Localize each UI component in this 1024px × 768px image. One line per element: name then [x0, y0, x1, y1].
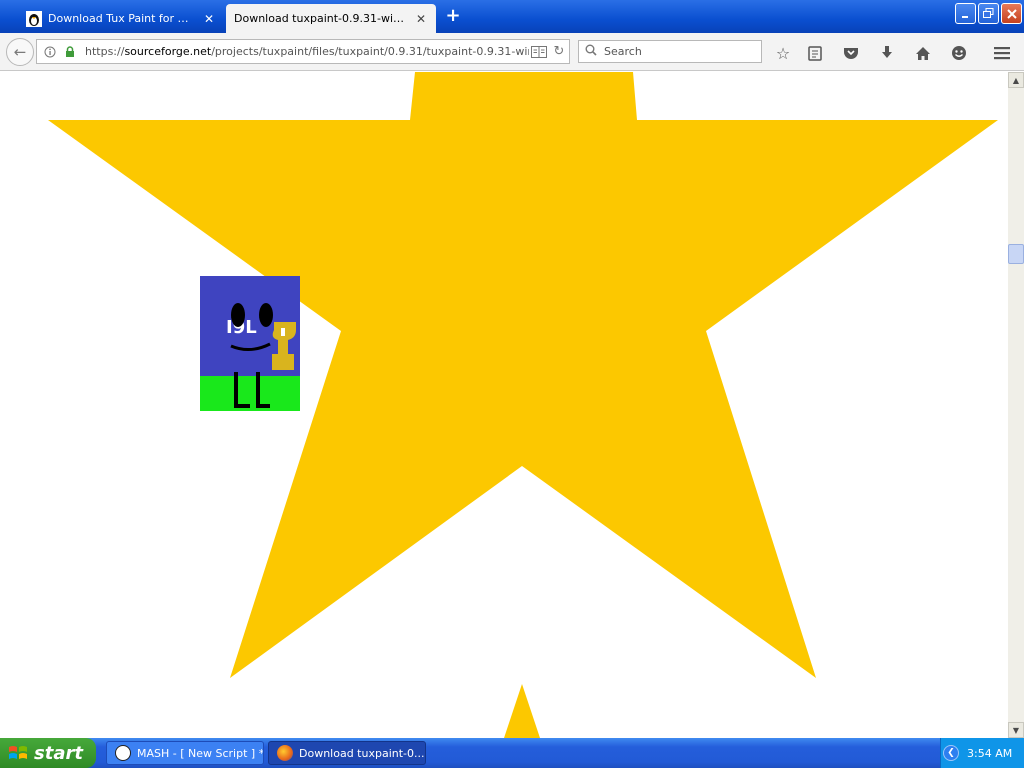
home-icon[interactable]: [912, 42, 934, 64]
scroll-thumb[interactable]: [1008, 244, 1024, 264]
bookmark-star-icon[interactable]: ☆: [772, 42, 794, 64]
lock-icon: [63, 45, 77, 59]
vertical-scrollbar[interactable]: ▲ ▼: [1008, 72, 1024, 738]
tab-title: Download Tux Paint for Wind...: [48, 12, 196, 25]
reader-view-icon[interactable]: [529, 42, 549, 62]
clock: 3:54 AM: [967, 746, 1013, 760]
close-tab-icon[interactable]: ✕: [414, 12, 428, 26]
taskbar-item-mash[interactable]: MASH - [ New Script ] *: [106, 741, 264, 765]
minimize-button[interactable]: [955, 3, 976, 24]
search-input[interactable]: [602, 44, 746, 59]
pocket-icon[interactable]: [840, 42, 862, 64]
back-button[interactable]: ←: [6, 38, 34, 66]
mash-icon: [115, 745, 131, 761]
tab-tuxpaint-download[interactable]: Download tuxpaint-0.9.31-windo... ✕: [226, 4, 436, 33]
windows-flag-icon: [8, 743, 28, 763]
tux-paint-drawing: I9L: [48, 72, 998, 738]
new-tab-button[interactable]: +: [444, 7, 462, 25]
download-icon[interactable]: [876, 42, 898, 64]
taskbar-item-label: MASH - [ New Script ] *: [137, 746, 264, 760]
left-eye: [231, 303, 245, 327]
right-eye: [259, 303, 273, 327]
system-tray: ❮ 3:54 AM: [940, 738, 1024, 768]
reading-list-icon[interactable]: [804, 42, 826, 64]
scroll-up-icon[interactable]: ▲: [1008, 72, 1024, 88]
taskbar: start MASH - [ New Script ] * Download t…: [0, 738, 1024, 768]
start-button[interactable]: start: [0, 738, 96, 768]
reload-icon[interactable]: ↻: [549, 42, 569, 62]
arrow-left-icon: ←: [13, 43, 27, 61]
taskbar-item-firefox[interactable]: Download tuxpaint-0....: [268, 741, 426, 765]
restore-button[interactable]: [978, 3, 999, 24]
firefox-icon: [277, 745, 293, 761]
title-bar: Download Tux Paint for Wind... ✕ Downloa…: [0, 0, 1024, 33]
url-bar[interactable]: https://sourceforge.net/projects/tuxpain…: [36, 39, 570, 64]
tab-title: Download tuxpaint-0.9.31-windo...: [234, 12, 408, 25]
close-tab-icon[interactable]: ✕: [202, 12, 216, 26]
search-icon: [585, 44, 597, 59]
tux-penguin-icon: [26, 10, 42, 27]
start-label: start: [34, 742, 83, 764]
navigation-toolbar: ← https://sourceforge.net/projects/tuxpa…: [0, 33, 1024, 71]
info-icon[interactable]: [43, 45, 57, 59]
close-window-button[interactable]: [1001, 3, 1022, 24]
smiley-icon[interactable]: [948, 42, 970, 64]
menu-icon[interactable]: [991, 42, 1013, 64]
star-shape: [48, 72, 998, 678]
tab-tux-paint[interactable]: Download Tux Paint for Wind... ✕: [18, 4, 224, 33]
tray-expand-icon[interactable]: ❮: [943, 745, 959, 761]
second-star-tip: [504, 684, 540, 738]
trophy-character: I9L: [200, 276, 300, 411]
scroll-down-icon[interactable]: ▼: [1008, 722, 1024, 738]
page-content: I9L: [0, 72, 1008, 738]
taskbar-item-label: Download tuxpaint-0....: [299, 746, 426, 760]
search-bar[interactable]: [578, 40, 762, 63]
url-text: https://sourceforge.net/projects/tuxpain…: [85, 45, 529, 58]
